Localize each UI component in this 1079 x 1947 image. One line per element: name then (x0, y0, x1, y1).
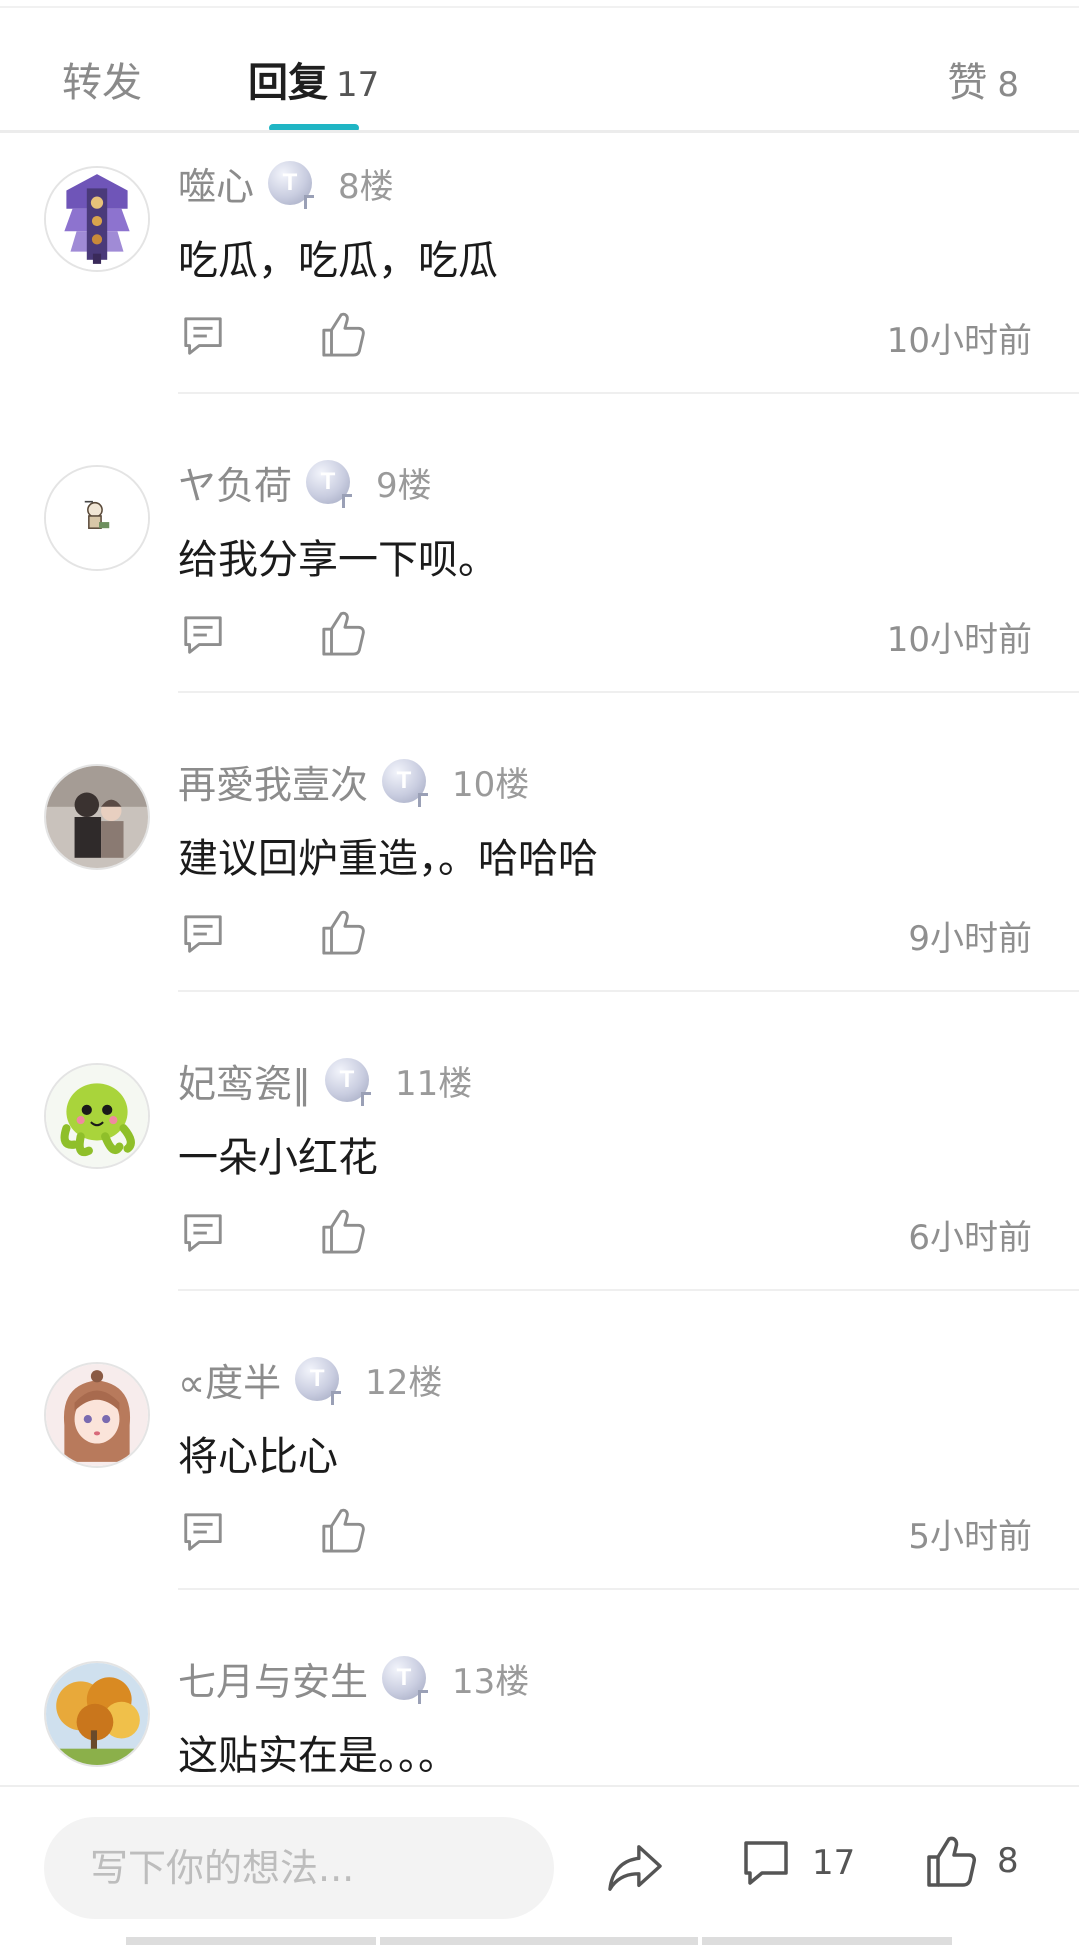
comment-icon (744, 1841, 788, 1885)
like-icon[interactable] (320, 309, 366, 359)
comment-text: 将心比心 (178, 1434, 338, 1480)
comment-count-button[interactable]: 17 (740, 1837, 855, 1889)
badge-letter: T (396, 1664, 412, 1691)
gesture-bar-segment (380, 1937, 698, 1945)
like-icon[interactable] (320, 1206, 366, 1256)
bottom-action-bar: 17 8 (0, 1785, 1079, 1947)
comment-text: 吃瓜，吃瓜，吃瓜 (178, 238, 498, 284)
avatar[interactable] (44, 166, 150, 272)
tab-reply[interactable]: 回复 17 (248, 50, 379, 108)
badge-letter: T (396, 767, 412, 794)
green-octopus-avatar-icon (46, 1065, 148, 1167)
small-figure-avatar-icon (46, 467, 148, 569)
comment-divider (178, 990, 1079, 992)
timestamp: 9小时前 (908, 919, 1032, 959)
comment-text: 一朵小红花 (178, 1135, 378, 1181)
username[interactable]: 七月与安生 (178, 1651, 368, 1706)
floor-number: 12楼 (365, 1362, 443, 1403)
floor-number: 9楼 (376, 465, 432, 506)
timestamp: 10小时前 (886, 321, 1032, 361)
comment-text: 建议回炉重造，。哈哈哈 (178, 836, 598, 882)
badge-letter: T (320, 468, 336, 495)
comment-item: 再愛我壹次 T 10楼 建议回炉重造，。哈哈哈 9小时前 (0, 731, 1079, 1030)
comment-item: 噬心 T 8楼 吃瓜，吃瓜，吃瓜 10小时前 (0, 133, 1079, 432)
comment-text: 这贴实在是。。。 (178, 1733, 458, 1779)
comment-count: 17 (812, 1843, 856, 1883)
like-count-button[interactable]: 8 (925, 1833, 1019, 1889)
avatar[interactable] (44, 1362, 150, 1468)
avatar[interactable] (44, 1661, 150, 1767)
tab-bar: 转发 回复 17 赞8 (0, 8, 1079, 132)
reply-icon[interactable] (180, 1509, 226, 1555)
level-badge-icon: T (325, 1058, 372, 1106)
badge-letter: T (309, 1365, 325, 1392)
comment-input[interactable] (44, 1817, 554, 1919)
floor-number: 8楼 (338, 166, 394, 207)
badge-letter: T (339, 1066, 355, 1093)
tab-likes[interactable]: 赞8 (947, 50, 1019, 108)
autumn-tree-avatar-icon (46, 1663, 148, 1765)
timestamp: 5小时前 (908, 1517, 1032, 1557)
like-icon[interactable] (320, 608, 366, 658)
comment-item: 妃鸾瓷‖ T 11楼 一朵小红花 6小时前 (0, 1030, 1079, 1329)
avatar[interactable] (44, 764, 150, 870)
comment-divider (178, 691, 1079, 693)
floor-number: 10楼 (452, 764, 530, 805)
username[interactable]: ∝度半 (178, 1352, 281, 1407)
avatar[interactable] (44, 1063, 150, 1169)
tab-forward[interactable]: 转发 (62, 50, 142, 108)
badge-letter: T (282, 169, 298, 196)
tab-likes-count: 8 (997, 65, 1019, 105)
username[interactable]: 噬心 (178, 156, 254, 211)
share-icon[interactable] (606, 1841, 664, 1895)
tab-reply-label: 回复 (248, 60, 328, 106)
timestamp: 10小时前 (886, 620, 1032, 660)
floor-number: 13楼 (452, 1661, 530, 1702)
avatar[interactable] (44, 465, 150, 571)
comment-divider (178, 1289, 1079, 1291)
gesture-bar-segment (126, 1937, 376, 1945)
username[interactable]: ヤ负荷 (178, 455, 292, 510)
comment-text: 给我分享一下呗。 (178, 537, 498, 583)
comment-divider (178, 392, 1079, 394)
timestamp: 6小时前 (908, 1218, 1032, 1258)
reply-icon[interactable] (180, 1210, 226, 1256)
reply-icon[interactable] (180, 313, 226, 359)
purple-tower-avatar-icon (46, 168, 148, 270)
tab-likes-label: 赞 (947, 60, 988, 106)
level-badge-icon: T (382, 759, 429, 807)
reply-icon[interactable] (180, 911, 226, 957)
reply-icon[interactable] (180, 612, 226, 658)
like-icon (927, 1836, 976, 1887)
level-badge-icon: T (382, 1656, 429, 1704)
level-badge-icon: T (268, 161, 315, 209)
like-icon[interactable] (320, 1505, 366, 1555)
level-badge-icon: T (295, 1357, 342, 1405)
tab-forward-label: 转发 (62, 60, 142, 106)
like-count: 8 (997, 1841, 1019, 1881)
gesture-bar-segment (702, 1937, 952, 1945)
anime-girl-avatar-icon (46, 1364, 148, 1466)
comment-divider (178, 1588, 1079, 1590)
tab-reply-count: 17 (336, 65, 380, 105)
couple-illustration-avatar-icon (46, 766, 148, 868)
username[interactable]: 再愛我壹次 (178, 754, 368, 809)
comment-item: ヤ负荷 T 9楼 给我分享一下呗。 10小时前 (0, 432, 1079, 731)
floor-number: 11楼 (395, 1063, 473, 1104)
level-badge-icon: T (306, 460, 353, 508)
like-icon[interactable] (320, 907, 366, 957)
comment-item: ∝度半 T 12楼 将心比心 5小时前 (0, 1329, 1079, 1628)
comment-list: 噬心 T 8楼 吃瓜，吃瓜，吃瓜 10小时前 ヤ负荷 T 9楼 给我分享一下呗。… (0, 133, 1079, 1927)
username[interactable]: 妃鸾瓷‖ (178, 1053, 311, 1108)
